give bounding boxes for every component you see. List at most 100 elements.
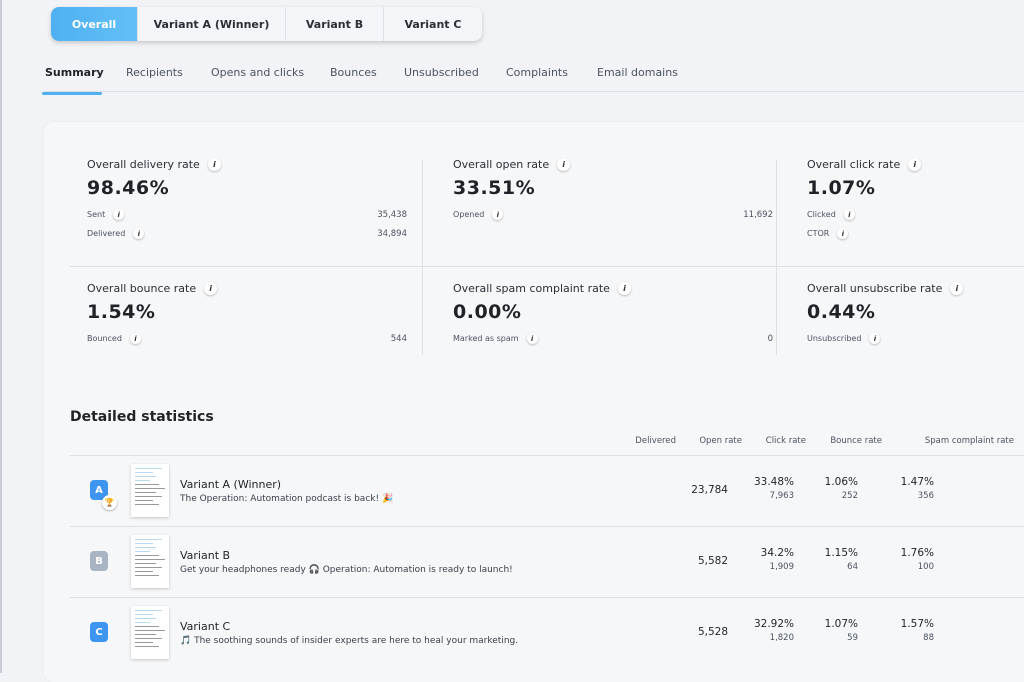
cell-open: 32.92% 1,820 [754,618,794,643]
metric-title: Overall open rate [453,158,550,171]
metric-block: Overall unsubscribe rate i 0.44% Unsubscr… [807,282,1024,348]
info-icon[interactable]: i [837,228,849,239]
metric-value: 1.07% [807,177,876,199]
metric-sub-label: Clicked [807,210,836,219]
bounce-count: 356 [917,491,934,501]
cell-open: 34.2% 1,909 [761,547,794,572]
table-row[interactable]: C Variant C 🎵 The soothing sounds of ins… [70,597,1024,667]
metric-title: Overall bounce rate [87,282,197,295]
metric-sub-row: Bounced i 544 [87,329,407,348]
click-count: 252 [841,491,858,501]
variant-a-button[interactable]: Variant A (Winner) [138,7,286,41]
info-icon[interactable]: i [492,209,504,220]
metric-sub-row: Marked as spam i 0 [453,329,773,348]
cell-click: 1.07% 59 [825,618,858,643]
click-count: 64 [847,562,858,572]
open-value: 34.2% [760,547,794,559]
variant-b-button[interactable]: Variant B [286,7,384,41]
window-edge [0,0,2,673]
delivered-value: 5,528 [697,626,728,638]
metric-title-row: Overall open rate i [453,158,773,171]
metric-sub-label: Sent [87,210,106,219]
divider [776,160,777,355]
tab-bounces[interactable]: Bounces [330,66,377,79]
tab-email-domains[interactable]: Email domains [597,66,678,79]
tab-complaints[interactable]: Complaints [506,66,568,79]
variant-c-button[interactable]: Variant C [384,7,482,41]
tab-summary[interactable]: Summary [42,66,104,95]
tab-recipients[interactable]: Recipients [126,66,183,79]
info-icon[interactable]: i [207,158,221,171]
metric-title: Overall delivery rate [87,158,200,171]
metric-sub-value: 0 [767,333,773,344]
metric-title: Overall spam complaint rate [453,282,610,295]
email-thumbnail[interactable] [131,535,169,588]
tab-opens-and-clicks[interactable]: Opens and clicks [211,66,304,79]
metric-sub-row: Clicked i [807,205,1024,224]
metric-block: Overall open rate i 33.51% Opened i 11,692 [453,158,773,224]
delivered-value: 5,582 [697,555,728,567]
info-icon[interactable]: i [617,282,631,295]
variant-name: Variant A (Winner) [180,478,282,491]
tab-bar: Summary Recipients Opens and clicks Boun… [42,62,1024,95]
variant-subject: The Operation: Automation podcast is bac… [180,494,394,504]
variant-name: Variant B [180,549,231,562]
divider [422,160,423,355]
cell-click: 1.15% 64 [825,547,858,572]
email-thumbnail[interactable] [131,606,169,659]
open-value: 32.92% [753,618,794,630]
variant-badge: C [90,622,108,642]
metric-title: Overall click rate [807,158,901,171]
metric-sub-label: CTOR [807,229,830,238]
info-icon[interactable]: i [843,209,855,220]
metric-block: Overall delivery rate i 98.46% Sent i 35,43… [87,158,407,243]
open-count: 1,820 [769,633,794,643]
variant-switcher: Overall Variant A (Winner) Variant B Var… [51,7,482,41]
metric-sub-row: CTOR i [807,224,1024,243]
table-row[interactable]: B Variant B Get your headphones ready 🎧 … [70,526,1024,596]
variant-overall-button[interactable]: Overall [51,7,138,41]
info-icon[interactable]: i [113,209,125,220]
cell-delivered: 5,528 [698,626,728,638]
column-header-bounce-rate: Bounce rate [830,436,882,446]
metric-sub-value: 34,894 [377,228,407,239]
bounce-count: 88 [923,633,934,643]
metric-title-row: Overall spam complaint rate i [453,282,773,295]
info-icon[interactable]: i [133,228,145,239]
bounce-count: 100 [917,562,934,572]
metric-sub-value: 544 [390,333,407,344]
table-row[interactable]: A 🏆 Variant A (Winner) The Operation: Au… [70,455,1024,525]
info-icon[interactable]: i [908,158,922,171]
metric-sub-label: Delivered [87,229,126,238]
metric-value: 98.46% [87,177,170,199]
info-icon[interactable]: i [129,333,141,344]
info-icon[interactable]: i [526,333,538,344]
metric-value: 1.54% [87,301,156,323]
metric-sub-row: Delivered i 34,894 [87,224,407,243]
metric-sub-row: Sent i 35,438 [87,205,407,224]
click-value: 1.15% [824,547,858,559]
metric-title-row: Overall bounce rate i [87,282,407,295]
trophy-icon: 🏆 [102,495,117,510]
open-value: 33.48% [753,476,794,488]
delivered-value: 23,784 [691,484,728,496]
cell-open: 33.48% 7,963 [754,476,794,501]
summary-card: Overall delivery rate i 98.46% Sent i 35,43… [44,122,1024,682]
metric-sub-label: Bounced [87,334,122,343]
metric-sub-row: Unsubscribed i [807,329,1024,348]
tab-unsubscribed[interactable]: Unsubscribed [404,66,479,79]
cell-click: 1.06% 252 [825,476,858,501]
info-icon[interactable]: i [950,282,964,295]
info-icon[interactable]: i [869,333,881,344]
info-icon[interactable]: i [204,282,218,295]
variant-name: Variant C [180,620,231,633]
column-header-spam-complaint-rate: Spam complaint rate [924,436,1014,446]
metric-value: 0.00% [453,301,522,323]
email-thumbnail[interactable] [131,464,169,517]
metric-sub-label: Marked as spam [453,334,519,343]
info-icon[interactable]: i [557,158,571,171]
variant-badge: B [90,551,108,571]
column-header-delivered: Delivered [635,436,676,446]
active-tab-indicator [42,92,102,95]
metric-value: 0.44% [807,301,876,323]
